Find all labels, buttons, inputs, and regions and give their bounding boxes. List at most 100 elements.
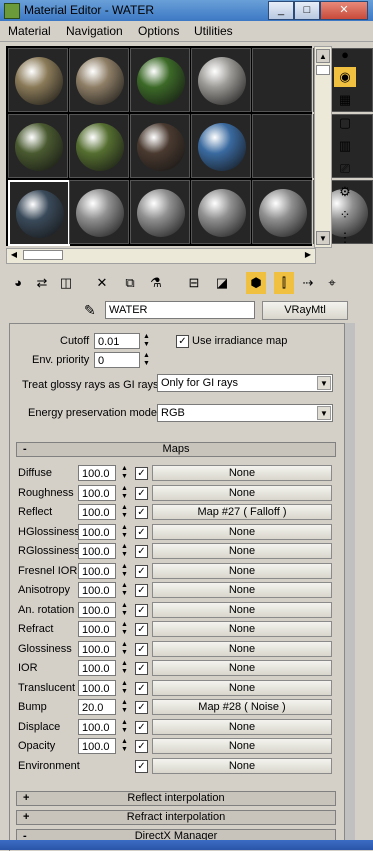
maps-rollout-header[interactable]: - Maps: [16, 442, 336, 457]
put-to-library-icon[interactable]: ⚗: [146, 272, 166, 294]
map-amount-spinner[interactable]: ▲ ▼: [120, 524, 129, 540]
background-icon[interactable]: ▦: [334, 90, 356, 110]
map-amount-spinner[interactable]: ▲ ▼: [120, 738, 129, 754]
map-amount-spinner[interactable]: ▲ ▼: [120, 641, 129, 657]
make-unique-icon[interactable]: ⧉: [120, 272, 140, 294]
material-slot[interactable]: [191, 114, 251, 178]
map-slot-button[interactable]: None: [152, 523, 332, 540]
map-slot-button[interactable]: None: [152, 660, 332, 676]
map-amount-field[interactable]: 100.0: [78, 562, 116, 579]
material-slot[interactable]: [252, 48, 312, 112]
map-amount-field[interactable]: 100.0: [78, 679, 116, 696]
env-priority-spinner[interactable]: ▲ ▼: [142, 352, 151, 368]
map-amount-spinner[interactable]: ▲ ▼: [120, 719, 129, 735]
video-color-check-icon[interactable]: ▥: [334, 136, 356, 156]
material-slot[interactable]: [8, 48, 68, 112]
get-material-icon[interactable]: ◕: [8, 272, 28, 294]
material-slot[interactable]: [69, 180, 129, 244]
scroll-down-arrow-icon[interactable]: ▼: [316, 231, 330, 245]
energy-mode-dropdown[interactable]: RGB ▼: [157, 404, 333, 422]
map-amount-field[interactable]: 100.0: [78, 484, 116, 501]
map-enable-checkbox[interactable]: ✓: [135, 701, 148, 714]
assign-to-selection-icon[interactable]: ◫: [56, 272, 76, 294]
map-slot-button[interactable]: None: [152, 543, 332, 559]
map-slot-button[interactable]: Map #28 ( Noise ): [152, 699, 332, 715]
map-amount-field[interactable]: 100.0: [78, 523, 116, 540]
menu-utilities[interactable]: Utilities: [194, 24, 233, 38]
map-enable-checkbox[interactable]: ✓: [135, 506, 148, 519]
material-name-field[interactable]: WATER: [105, 301, 255, 319]
material-slot[interactable]: [69, 48, 129, 112]
material-slot[interactable]: [8, 114, 68, 178]
env-priority-field[interactable]: 0: [94, 352, 140, 368]
select-by-material-icon[interactable]: ⁘: [334, 205, 356, 225]
map-amount-field[interactable]: 100.0: [78, 582, 116, 598]
material-map-navigator-icon[interactable]: ⋮: [334, 228, 356, 248]
map-enable-checkbox[interactable]: ✓: [135, 759, 148, 773]
backlight-icon[interactable]: ◉: [334, 67, 356, 87]
slots-horizontal-scrollbar[interactable]: ◀ ▶: [6, 248, 316, 264]
menu-material[interactable]: Material: [8, 24, 51, 38]
map-enable-checkbox[interactable]: ✓: [135, 584, 148, 597]
map-amount-field[interactable]: 100.0: [78, 640, 116, 657]
glossy-gi-dropdown[interactable]: Only for GI rays ▼: [157, 374, 333, 392]
scroll-left-arrow-icon[interactable]: ◀: [8, 249, 20, 261]
map-slot-button[interactable]: Map #27 ( Falloff ): [152, 504, 332, 520]
map-enable-checkbox[interactable]: ✓: [135, 662, 148, 675]
map-amount-field[interactable]: 100.0: [78, 660, 116, 676]
pick-material-icon[interactable]: ⌖: [322, 272, 342, 294]
map-slot-button[interactable]: None: [152, 601, 332, 618]
map-amount-spinner[interactable]: ▲ ▼: [120, 543, 129, 559]
map-amount-spinner[interactable]: ▲ ▼: [120, 485, 129, 501]
hscroll-thumb[interactable]: [23, 250, 63, 260]
scroll-right-arrow-icon[interactable]: ▶: [302, 249, 314, 261]
map-amount-field[interactable]: 100.0: [78, 504, 116, 520]
map-slot-button[interactable]: None: [152, 621, 332, 637]
minimize-button[interactable]: _: [268, 1, 294, 20]
map-amount-field[interactable]: 100.0: [78, 465, 116, 481]
map-amount-field[interactable]: 100.0: [78, 601, 116, 618]
go-to-parent-icon[interactable]: ⫿: [274, 272, 294, 294]
panel-scrollbar[interactable]: [344, 323, 355, 850]
map-slot-button[interactable]: None: [152, 484, 332, 501]
map-enable-checkbox[interactable]: ✓: [135, 603, 148, 617]
rollout-header[interactable]: + Refract interpolation: [16, 810, 336, 825]
map-enable-checkbox[interactable]: ✓: [135, 623, 148, 636]
options-icon[interactable]: ⚙: [334, 182, 356, 202]
map-enable-checkbox[interactable]: ✓: [135, 681, 148, 695]
map-amount-field[interactable]: 100.0: [78, 738, 116, 754]
material-slot[interactable]: [130, 114, 190, 178]
map-amount-field[interactable]: 100.0: [78, 543, 116, 559]
menu-options[interactable]: Options: [138, 24, 179, 38]
map-slot-button[interactable]: None: [152, 640, 332, 657]
material-slot[interactable]: [252, 114, 312, 178]
map-amount-spinner[interactable]: ▲ ▼: [120, 660, 129, 676]
material-type-button[interactable]: VRayMtl: [262, 301, 348, 320]
maximize-button[interactable]: □: [294, 1, 320, 20]
map-enable-checkbox[interactable]: ✓: [135, 486, 148, 500]
map-enable-checkbox[interactable]: ✓: [135, 545, 148, 558]
map-amount-spinner[interactable]: ▲ ▼: [120, 504, 129, 520]
map-slot-button[interactable]: None: [152, 718, 332, 735]
sample-type-icon[interactable]: ●: [334, 44, 356, 64]
map-amount-spinner[interactable]: ▲ ▼: [120, 563, 129, 579]
map-enable-checkbox[interactable]: ✓: [135, 467, 148, 480]
slots-vertical-scrollbar[interactable]: ▲ ▼: [314, 46, 332, 248]
map-slot-button[interactable]: None: [152, 582, 332, 598]
scroll-up-arrow-icon[interactable]: ▲: [316, 49, 330, 63]
cutoff-field[interactable]: 0.01: [94, 333, 140, 349]
map-amount-field[interactable]: 100.0: [78, 621, 116, 637]
material-slot[interactable]: [69, 114, 129, 178]
make-preview-icon[interactable]: ⎚: [334, 159, 356, 179]
put-to-scene-icon[interactable]: ⇄: [32, 272, 52, 294]
map-enable-checkbox[interactable]: ✓: [135, 642, 148, 656]
menu-navigation[interactable]: Navigation: [66, 24, 123, 38]
close-button[interactable]: ✕: [320, 1, 368, 20]
material-slot[interactable]: [191, 180, 251, 244]
map-amount-field[interactable]: 100.0: [78, 718, 116, 735]
rollout-header[interactable]: + Reflect interpolation: [16, 791, 336, 806]
map-amount-spinner[interactable]: ▲ ▼: [120, 699, 129, 715]
cutoff-spinner[interactable]: ▲ ▼: [142, 333, 151, 349]
material-slot[interactable]: [8, 180, 70, 246]
reset-map-icon[interactable]: ✕: [92, 272, 112, 294]
